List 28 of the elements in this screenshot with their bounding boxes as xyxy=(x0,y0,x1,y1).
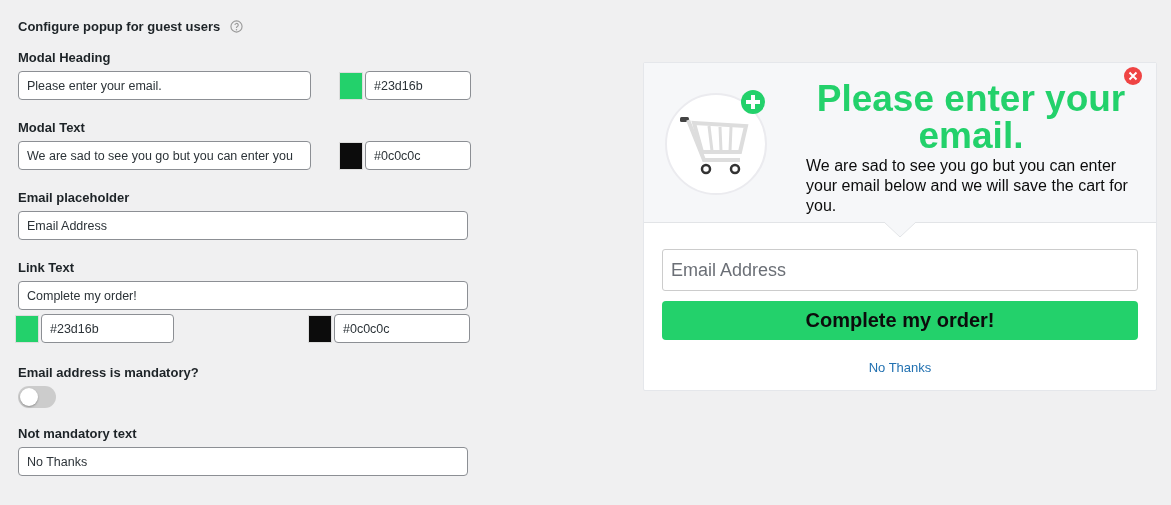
field-label: Link Text xyxy=(18,260,76,275)
field-label: Email placeholder xyxy=(18,190,131,205)
color-swatch[interactable] xyxy=(339,71,363,100)
color-swatch[interactable] xyxy=(308,314,332,343)
email-input-field[interactable]: Email Address xyxy=(662,249,1138,291)
color-input-field[interactable]: #0c0c0c xyxy=(334,314,470,343)
field-label: Modal Text xyxy=(18,120,86,135)
complete-order-button[interactable]: Complete my order! xyxy=(662,301,1138,340)
color-input-field[interactable]: #23d16b xyxy=(41,314,174,343)
section-title: Configure popup for guest users xyxy=(18,19,221,34)
color-input-field[interactable]: #23d16b xyxy=(365,71,471,100)
not-mandatory-input-field[interactable]: No Thanks xyxy=(18,447,468,476)
field-label: Email address is mandatory? xyxy=(18,365,200,380)
heading-input-field[interactable]: Please enter your email. xyxy=(18,71,311,100)
help-icon[interactable] xyxy=(230,20,244,33)
field-label: Not mandatory text xyxy=(18,426,138,441)
field-label: Modal Heading xyxy=(18,50,112,65)
text-input-field[interactable]: We are sad to see you go but you can enter you xyxy=(18,141,311,170)
popup-heading: Please enter your email. xyxy=(815,79,1127,154)
color-input-field[interactable]: #0c0c0c xyxy=(365,141,471,170)
color-swatch[interactable] xyxy=(15,314,39,343)
link-text-input-field[interactable]: Complete my order! xyxy=(18,281,468,310)
toggle-switch[interactable] xyxy=(18,386,56,408)
placeholder-input-field[interactable]: Email Address xyxy=(18,211,468,240)
close-icon[interactable] xyxy=(1124,67,1142,85)
popup-text: We are sad to see you go but you can enter your email below and we will save the cart for you. xyxy=(806,155,1129,216)
color-swatch[interactable] xyxy=(339,141,363,170)
no-thanks-link[interactable]: No Thanks xyxy=(868,360,932,375)
